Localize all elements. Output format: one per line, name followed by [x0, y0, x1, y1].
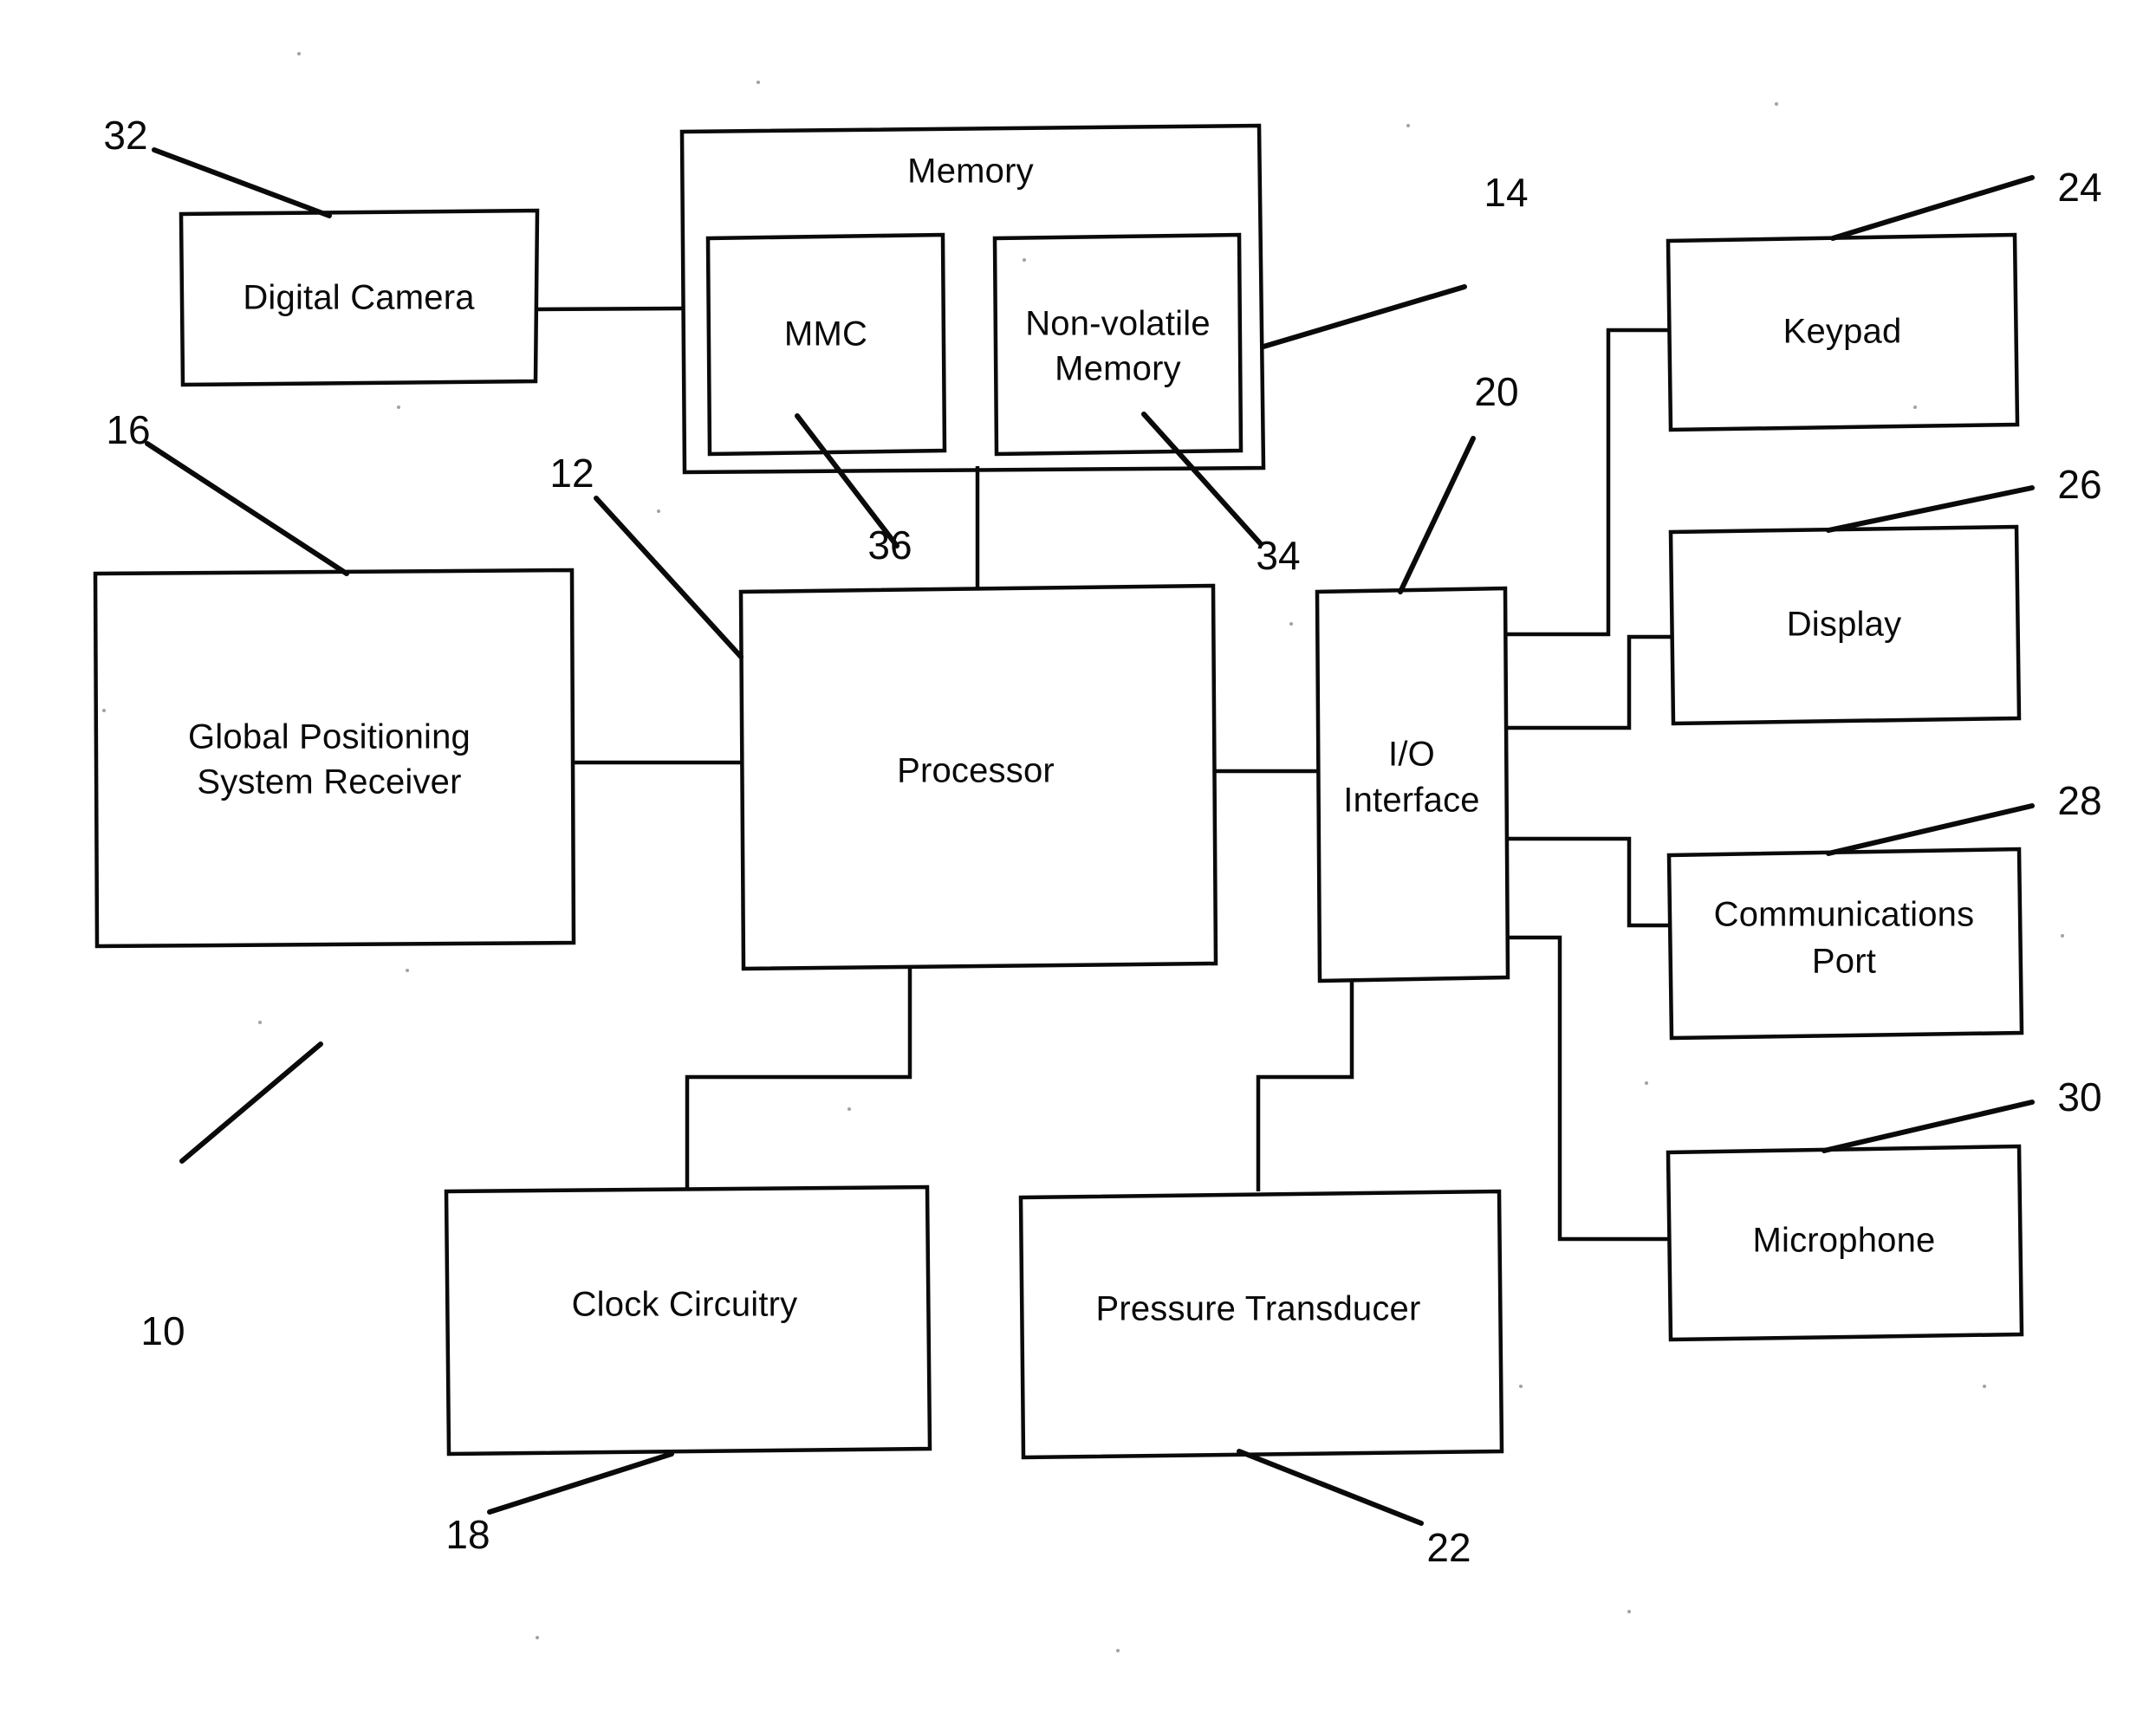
wire-io-to-keypad: [1505, 328, 1668, 637]
ref-numeral-34: 34: [1256, 533, 1300, 578]
wire-io-to-microphone: [1505, 935, 1668, 1242]
wire-processor-to-clock: [685, 964, 912, 1191]
wire-io-to-display: [1505, 634, 1671, 730]
leader-14: [1261, 284, 1467, 349]
label-pressure-transducer: Pressure Transducer: [1095, 1290, 1420, 1328]
leader-26: [1826, 485, 2035, 533]
label-gps-line1: Global Positioning: [188, 718, 471, 756]
label-processor: Processor: [897, 752, 1055, 790]
leader-18: [487, 1451, 674, 1515]
ref-numeral-24: 24: [2057, 165, 2101, 210]
label-nonvolatile-line2: Memory: [1055, 350, 1181, 388]
ref-numeral-14: 14: [1484, 170, 1528, 215]
label-gps-line2: System Receiver: [197, 763, 461, 801]
ref-numeral-20: 20: [1474, 369, 1518, 414]
block-nonvolatile-memory[interactable]: [992, 232, 1244, 457]
label-comm-line2: Port: [1812, 943, 1876, 981]
ref-numeral-16: 16: [106, 407, 150, 452]
label-io-line2: Interface: [1343, 782, 1479, 820]
ref-numeral-32: 32: [103, 113, 147, 158]
leader-30: [1822, 1100, 2035, 1153]
label-nonvolatile-line1: Non-volatile: [1025, 305, 1211, 343]
wire-io-to-comm: [1505, 836, 1669, 928]
leader-20: [1398, 436, 1476, 594]
label-microphone: Microphone: [1752, 1222, 1935, 1260]
leader-28: [1826, 803, 2035, 856]
ref-numeral-30: 30: [2057, 1074, 2101, 1119]
label-display: Display: [1787, 606, 1902, 644]
wire-camera-to-memory: [535, 306, 683, 312]
leader-24: [1830, 175, 2035, 241]
label-mmc: MMC: [784, 315, 867, 354]
block-gps-receiver[interactable]: [93, 568, 576, 949]
label-memory: Memory: [907, 152, 1034, 191]
leader-32: [152, 147, 332, 218]
label-comm-line1: Communications: [1714, 896, 1975, 934]
ref-numeral-22: 22: [1426, 1525, 1471, 1570]
label-digital-camera: Digital Camera: [243, 279, 475, 317]
label-io-line1: I/O: [1388, 736, 1435, 774]
leader-22: [1237, 1449, 1424, 1526]
ref-numeral-36: 36: [867, 522, 912, 568]
label-keypad: Keypad: [1783, 313, 1902, 351]
leader-12: [594, 496, 744, 659]
block-diagram-canvas: Digital Camera Memory MMC Non-volatile M…: [93, 52, 2102, 1652]
ref-numeral-26: 26: [2057, 462, 2101, 507]
leader-10: [179, 1041, 323, 1164]
ref-numeral-28: 28: [2057, 778, 2101, 823]
ref-numeral-18: 18: [445, 1512, 490, 1557]
patent-figure: Digital Camera Memory MMC Non-volatile M…: [0, 0, 2156, 1726]
label-clock-circuitry: Clock Circuitry: [572, 1286, 798, 1324]
ref-numeral-12: 12: [549, 451, 594, 496]
ref-numeral-10: 10: [140, 1308, 185, 1353]
wire-io-to-pressure: [1256, 977, 1354, 1191]
leader-16: [145, 441, 349, 576]
